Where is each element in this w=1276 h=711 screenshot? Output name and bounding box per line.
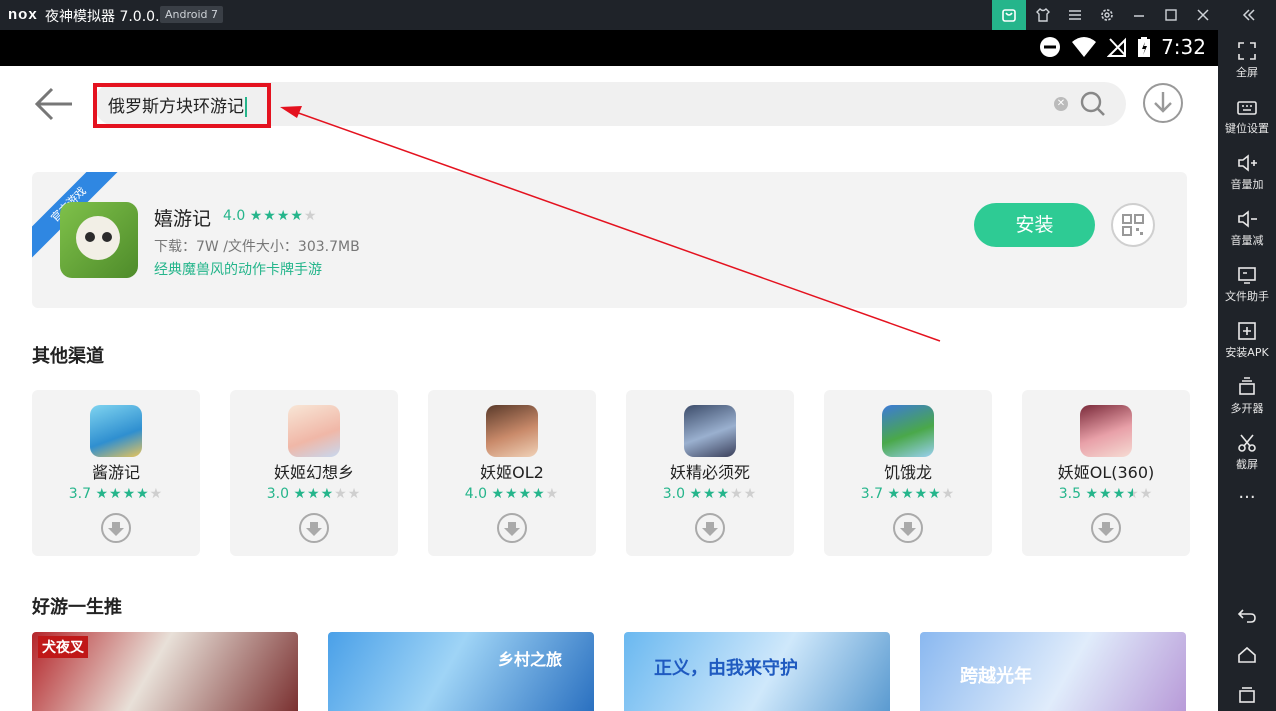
channel-card[interactable]: 妖姬OL(360) 3.5 ★★★★★: [1022, 390, 1190, 556]
sidebar-item-install-apk[interactable]: 安装APK: [1218, 320, 1276, 360]
featured-app-rating: 4.0 ★★★★★: [223, 208, 318, 224]
channel-app-rating: 3.7 ★★★★★: [68, 486, 164, 502]
channel-app-icon[interactable]: [684, 405, 736, 457]
channel-app-name[interactable]: 酱游记: [32, 459, 200, 483]
android-back-icon[interactable]: [1218, 600, 1276, 630]
search-icon[interactable]: [1080, 91, 1106, 117]
channel-app-icon[interactable]: [90, 405, 142, 457]
channel-card[interactable]: 妖精必须死 3.0 ★★★★★: [626, 390, 794, 556]
skin-icon[interactable]: [1026, 0, 1060, 30]
app-search-results-screen: 俄罗斯方块环游记 ✕ 官方游戏 嬉游记 4.0 ★★★★★ 下载：7W /文件大…: [0, 66, 1218, 711]
app-title: 夜神模拟器 7.0.0.6: [45, 9, 169, 25]
do-not-disturb-icon: [1040, 37, 1061, 57]
recommend-title: 好游一生推: [32, 597, 122, 618]
sidebar-item-multi-instance[interactable]: 多开器: [1218, 376, 1276, 416]
channel-card[interactable]: 酱游记 3.7 ★★★★★: [32, 390, 200, 556]
battery-icon: [1138, 37, 1151, 57]
download-manager-icon[interactable]: [1142, 82, 1184, 124]
volume-down-icon: [1238, 210, 1257, 228]
banner-card[interactable]: 乡村之旅: [328, 632, 594, 711]
clear-search-icon[interactable]: ✕: [1054, 97, 1068, 111]
search-highlight-box: [93, 83, 271, 128]
channel-app-rating: 3.5 ★★★★★: [1058, 486, 1154, 502]
android-version-badge: Android 7: [160, 6, 224, 23]
sidebar-item-fullscreen[interactable]: 全屏: [1218, 40, 1276, 80]
collapse-sidebar-icon[interactable]: [1232, 0, 1266, 30]
featured-app-icon[interactable]: [60, 202, 138, 278]
channel-app-icon[interactable]: [486, 405, 538, 457]
android-home-icon[interactable]: [1218, 640, 1276, 670]
back-arrow-icon[interactable]: [34, 84, 74, 124]
channel-card[interactable]: 饥饿龙 3.7 ★★★★★: [824, 390, 992, 556]
channel-app-name[interactable]: 妖姬OL(360): [1022, 459, 1190, 483]
download-icon[interactable]: [694, 512, 726, 544]
featured-rating-stars: ★★★★★: [249, 208, 318, 224]
sidebar-item-screenshot[interactable]: 截屏: [1218, 432, 1276, 472]
keyboard-icon: [1237, 101, 1257, 115]
sidebar-item-keymap[interactable]: 键位设置: [1218, 96, 1276, 136]
channel-app-icon[interactable]: [1080, 405, 1132, 457]
download-icon[interactable]: [496, 512, 528, 544]
featured-app-name[interactable]: 嬉游记: [154, 204, 211, 231]
channel-app-name[interactable]: 饥饿龙: [824, 459, 992, 483]
featured-result-card[interactable]: 官方游戏 嬉游记 4.0 ★★★★★ 下载：7W /文件大小：303.7MB 经…: [32, 172, 1187, 308]
featured-app-description: 经典魔兽风的动作卡牌手游: [154, 262, 322, 278]
download-icon[interactable]: [892, 512, 924, 544]
sidebar-item-volume-up[interactable]: 音量加: [1218, 152, 1276, 192]
channel-app-name[interactable]: 妖精必须死: [626, 459, 794, 483]
volume-up-icon: [1238, 154, 1257, 172]
other-channels-title: 其他渠道: [32, 346, 104, 367]
file-helper-icon: [1238, 267, 1256, 284]
featured-app-meta: 下载：7W /文件大小：303.7MB: [154, 239, 360, 255]
qr-code-icon: [1122, 214, 1144, 236]
android-status-bar: 7:32: [0, 30, 1218, 66]
banner-title: 犬夜叉: [38, 636, 88, 658]
multi-instance-icon: [1239, 377, 1255, 395]
download-icon[interactable]: [298, 512, 330, 544]
channel-app-icon[interactable]: [882, 405, 934, 457]
download-icon[interactable]: [1090, 512, 1122, 544]
menu-icon[interactable]: [1058, 0, 1092, 30]
no-signal-icon: [1107, 37, 1127, 57]
banner-card[interactable]: 跨越光年: [920, 632, 1186, 711]
title-bar: nox 夜神模拟器 7.0.0.6 Android 7: [0, 0, 1276, 30]
channel-app-rating: 3.0 ★★★★★: [662, 486, 758, 502]
more-options-icon[interactable]: ···: [1218, 482, 1276, 512]
fullscreen-icon: [1238, 42, 1256, 60]
sidebar-item-volume-down[interactable]: 音量减: [1218, 208, 1276, 248]
banner-title: 跨越光年: [960, 666, 1032, 687]
channel-card[interactable]: 妖姬幻想乡 3.0 ★★★★★: [230, 390, 398, 556]
banner-title: 正义，由我来守护: [654, 658, 798, 679]
channel-card[interactable]: 妖姬OL2 4.0 ★★★★★: [428, 390, 596, 556]
emulator-sidebar: 全屏 键位设置 音量加 音量减 文件助手 安装APK 多开器 截屏 ···: [1218, 30, 1276, 711]
close-icon[interactable]: [1186, 0, 1220, 30]
nox-logo: nox: [8, 6, 38, 23]
banner-card[interactable]: 犬夜叉: [32, 632, 298, 711]
android-recents-icon[interactable]: [1218, 680, 1276, 710]
channel-app-rating: 4.0 ★★★★★: [464, 486, 560, 502]
app-center-icon[interactable]: [992, 0, 1026, 30]
channel-app-name[interactable]: 妖姬OL2: [428, 459, 596, 483]
banner-card[interactable]: 正义，由我来守护: [624, 632, 890, 711]
settings-gear-icon[interactable]: [1090, 0, 1124, 30]
minimize-icon[interactable]: [1122, 0, 1156, 30]
channel-app-name[interactable]: 妖姬幻想乡: [230, 459, 398, 483]
banner-title: 乡村之旅: [498, 650, 563, 669]
channel-app-rating: 3.0 ★★★★★: [266, 486, 362, 502]
install-apk-icon: [1238, 322, 1256, 340]
qr-code-button[interactable]: [1111, 203, 1155, 247]
install-button[interactable]: 安装: [974, 203, 1095, 247]
sidebar-item-file-helper[interactable]: 文件助手: [1218, 264, 1276, 304]
channel-app-icon[interactable]: [288, 405, 340, 457]
download-icon[interactable]: [100, 512, 132, 544]
screenshot-icon: [1238, 434, 1256, 452]
maximize-icon[interactable]: [1154, 0, 1188, 30]
wifi-icon: [1072, 37, 1097, 57]
channel-app-rating: 3.7 ★★★★★: [860, 486, 956, 502]
status-time: 7:32: [1161, 35, 1206, 59]
